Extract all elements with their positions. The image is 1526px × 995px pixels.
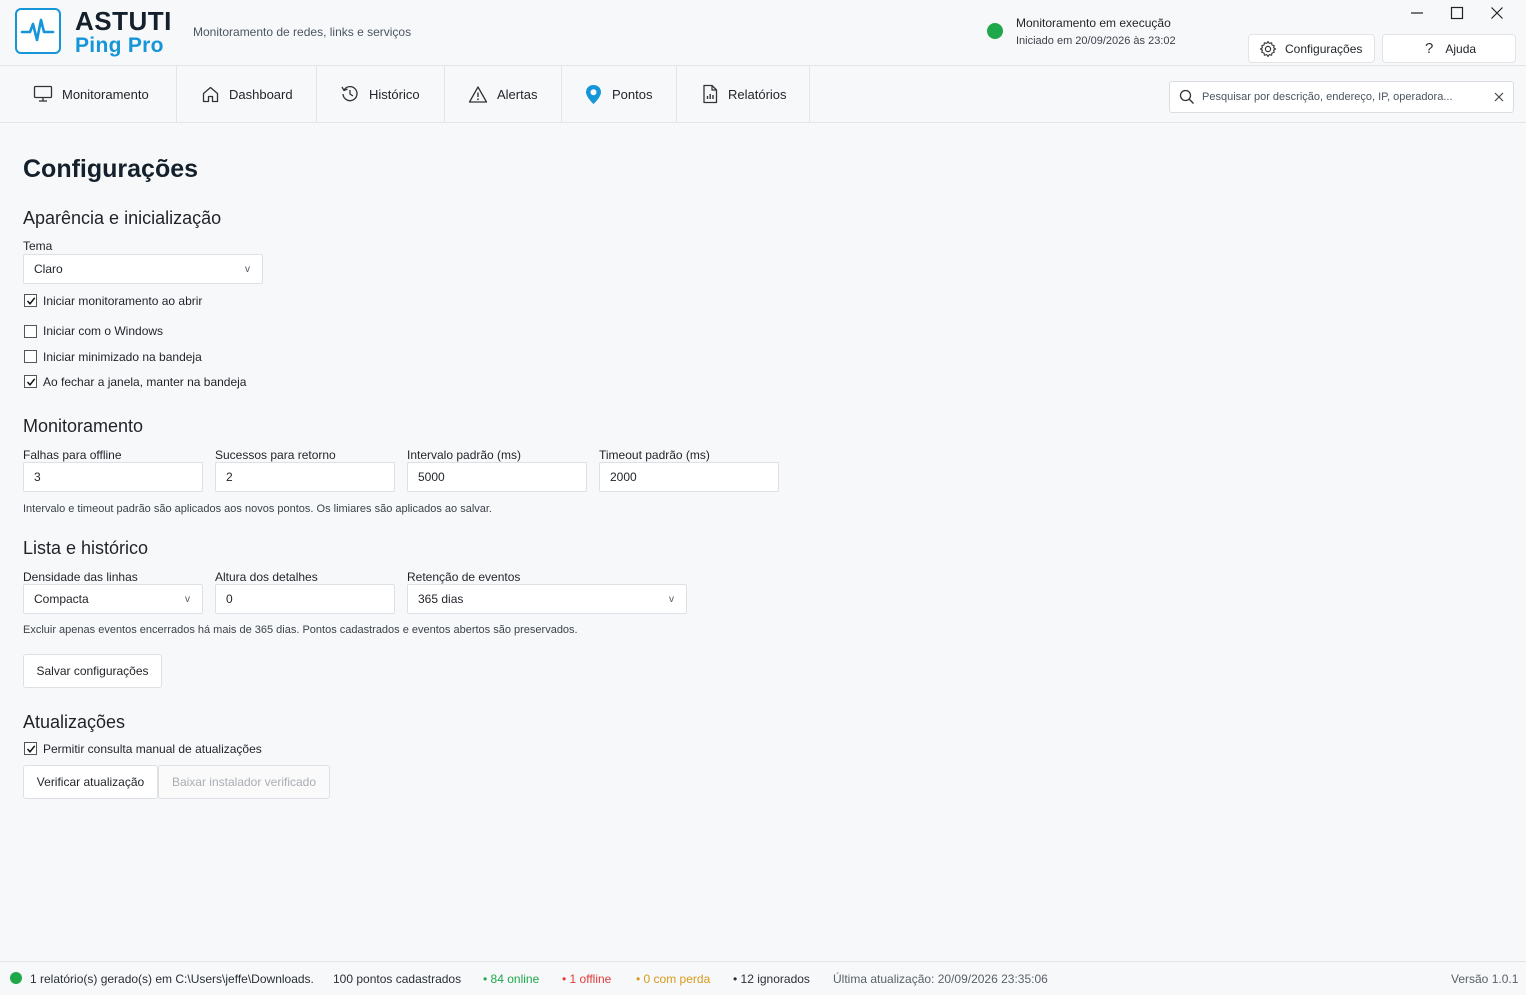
maximize-icon bbox=[1450, 6, 1464, 20]
settings-button-label: Configurações bbox=[1285, 41, 1363, 56]
failures-label: Falhas para offline bbox=[23, 448, 122, 462]
status-indicator bbox=[987, 23, 1003, 39]
close-icon bbox=[1491, 7, 1503, 19]
retention-value: 365 dias bbox=[418, 592, 464, 606]
report-message: 1 relatório(s) gerado(s) em C:\Users\jef… bbox=[30, 972, 314, 986]
status-subtitle: Iniciado em 20/09/2026 às 23:02 bbox=[1016, 35, 1176, 47]
search-icon bbox=[1179, 89, 1195, 105]
brand-product: Ping Pro bbox=[75, 34, 164, 57]
chevron-down-icon: v bbox=[185, 593, 190, 605]
download-installer-button: Baixar instalador verificado bbox=[158, 765, 330, 799]
density-label: Densidade das linhas bbox=[23, 570, 138, 584]
monitoring-hint: Intervalo e timeout padrão são aplicados… bbox=[23, 503, 492, 515]
settings-button[interactable]: Configurações bbox=[1248, 34, 1375, 63]
search-input[interactable]: Pesquisar por descrição, endereço, IP, o… bbox=[1202, 91, 1453, 103]
theme-label: Tema bbox=[23, 239, 53, 253]
offline-count: • 1 offline bbox=[562, 972, 612, 986]
ignored-count: • 12 ignorados bbox=[733, 972, 810, 986]
app-version: Versão 1.0.1 bbox=[1451, 972, 1519, 986]
brand-name: ASTUTI bbox=[75, 6, 172, 36]
checkbox-keep-in-tray[interactable] bbox=[24, 375, 37, 388]
section-heading-updates: Atualizações bbox=[23, 712, 126, 732]
interval-label: Intervalo padrão (ms) bbox=[407, 448, 522, 462]
total-points: 100 pontos cadastrados bbox=[333, 972, 462, 986]
last-update: Última atualização: 20/09/2026 23:35:06 bbox=[833, 972, 1048, 986]
clear-search-icon[interactable] bbox=[1494, 92, 1504, 102]
tab-historico[interactable]: Histórico bbox=[317, 66, 445, 122]
density-select[interactable]: Compacta v bbox=[23, 584, 203, 614]
tab-label: Histórico bbox=[369, 86, 420, 102]
details-height-label: Altura dos detalhes bbox=[215, 570, 318, 584]
maximize-button[interactable] bbox=[1446, 4, 1468, 22]
history-icon bbox=[340, 84, 360, 104]
tab-label: Relatórios bbox=[728, 86, 787, 102]
loss-count: • 0 com perda bbox=[636, 972, 711, 986]
section-heading-monitoring: Monitoramento bbox=[23, 416, 144, 436]
check-update-button[interactable]: Verificar atualização bbox=[23, 765, 158, 799]
report-status-indicator bbox=[10, 972, 22, 984]
save-settings-button[interactable]: Salvar configurações bbox=[23, 654, 162, 688]
checkbox-label: Iniciar com o Windows bbox=[43, 324, 164, 338]
checkbox-start-monitoring[interactable] bbox=[24, 294, 37, 307]
monitor-icon bbox=[33, 85, 53, 103]
density-value: Compacta bbox=[34, 592, 89, 606]
page-title: Configurações bbox=[23, 155, 199, 183]
checkbox-label: Iniciar minimizado na bandeja bbox=[43, 350, 202, 364]
report-icon bbox=[701, 84, 719, 104]
tab-relatorios[interactable]: Relatórios bbox=[677, 66, 810, 122]
section-heading-appearance: Aparência e inicialização bbox=[23, 208, 222, 228]
checkmark-icon bbox=[26, 744, 35, 753]
help-button[interactable]: ? Ajuda bbox=[1382, 34, 1516, 63]
details-height-input[interactable]: 0 bbox=[215, 584, 395, 614]
successes-label: Sucessos para retorno bbox=[215, 448, 336, 462]
pulse-icon bbox=[20, 18, 55, 42]
tab-label: Alertas bbox=[497, 86, 538, 102]
location-pin-icon bbox=[584, 84, 603, 105]
theme-value: Claro bbox=[34, 262, 63, 276]
timeout-input[interactable]: 2000 bbox=[599, 462, 779, 492]
retention-label: Retenção de eventos bbox=[407, 570, 521, 584]
question-icon: ? bbox=[1425, 40, 1434, 57]
checkbox-start-windows[interactable] bbox=[24, 325, 37, 338]
chevron-down-icon: v bbox=[669, 593, 674, 605]
gear-icon bbox=[1259, 40, 1277, 58]
checkbox-label: Iniciar monitoramento ao abrir bbox=[43, 294, 203, 308]
tab-label: Pontos bbox=[612, 86, 653, 102]
checkmark-icon bbox=[26, 296, 35, 305]
checkbox-allow-manual-updates[interactable] bbox=[24, 742, 37, 755]
home-icon bbox=[201, 85, 220, 104]
theme-select[interactable]: Claro v bbox=[23, 254, 263, 284]
app-logo bbox=[15, 8, 61, 54]
minimize-button[interactable] bbox=[1406, 4, 1428, 22]
section-heading-list-history: Lista e histórico bbox=[23, 538, 149, 558]
tab-monitoramento[interactable]: Monitoramento bbox=[0, 66, 177, 122]
successes-input[interactable]: 2 bbox=[215, 462, 395, 492]
interval-input[interactable]: 5000 bbox=[407, 462, 587, 492]
warning-icon bbox=[468, 85, 488, 104]
chevron-down-icon: v bbox=[245, 263, 250, 275]
help-button-label: Ajuda bbox=[1445, 41, 1477, 56]
checkbox-start-minimized[interactable] bbox=[24, 350, 37, 363]
tab-alertas[interactable]: Alertas bbox=[445, 66, 562, 122]
close-window-button[interactable] bbox=[1486, 4, 1508, 22]
checkbox-label: Permitir consulta manual de atualizações bbox=[43, 742, 262, 756]
status-title: Monitoramento em execução bbox=[1016, 16, 1171, 30]
failures-input[interactable]: 3 bbox=[23, 462, 203, 492]
retention-select[interactable]: 365 dias v bbox=[407, 584, 687, 614]
tab-label: Monitoramento bbox=[62, 86, 149, 102]
tab-pontos[interactable]: Pontos bbox=[562, 66, 677, 122]
tab-label: Dashboard bbox=[229, 86, 293, 102]
checkbox-label: Ao fechar a janela, manter na bandeja bbox=[43, 375, 247, 389]
checkmark-icon bbox=[26, 377, 35, 386]
minimize-icon bbox=[1411, 12, 1423, 14]
tab-dashboard[interactable]: Dashboard bbox=[177, 66, 317, 122]
timeout-label: Timeout padrão (ms) bbox=[599, 448, 710, 462]
retention-hint: Excluir apenas eventos encerrados há mai… bbox=[23, 624, 578, 636]
app-tagline: Monitoramento de redes, links e serviços bbox=[193, 25, 412, 39]
online-count: • 84 online bbox=[483, 972, 540, 986]
